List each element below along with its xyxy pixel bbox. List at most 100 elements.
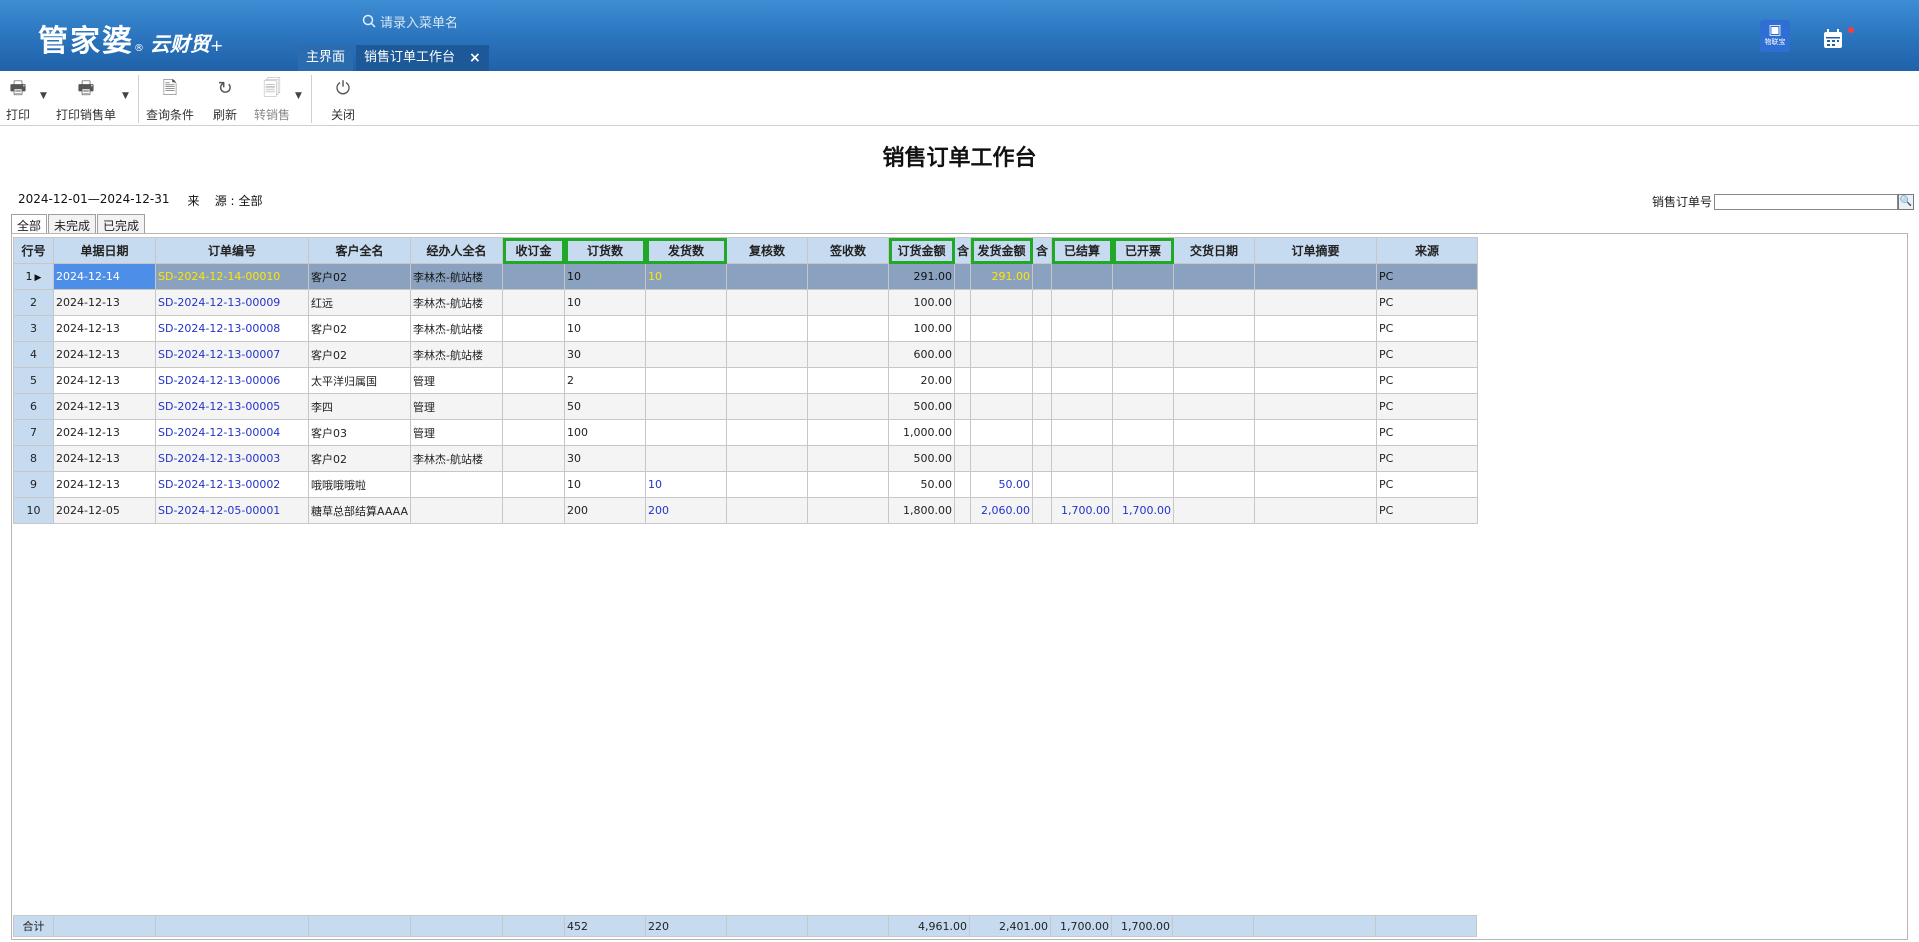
col-source[interactable]: 来源 — [1376, 237, 1478, 264]
order-amount-cell[interactable]: 600.00 — [888, 341, 955, 368]
review-qty-cell[interactable] — [726, 445, 808, 472]
review-qty-cell[interactable] — [726, 263, 808, 290]
agent-cell[interactable] — [410, 471, 503, 498]
col-summary[interactable]: 订单摘要 — [1254, 237, 1377, 264]
sign-qty-cell[interactable] — [807, 289, 889, 316]
customer-cell[interactable]: 客户02 — [308, 445, 411, 472]
customer-cell[interactable]: 客户02 — [308, 341, 411, 368]
tab-home[interactable]: 主界面 — [298, 45, 354, 71]
source-cell[interactable]: PC — [1376, 471, 1478, 498]
tax-cell[interactable] — [954, 341, 971, 368]
review-qty-cell[interactable] — [726, 315, 808, 342]
agent-cell[interactable]: 李林杰-航站楼 — [410, 315, 503, 342]
doc-date-cell[interactable]: 2024-12-13 — [53, 471, 156, 498]
invoiced-cell[interactable]: 1,700.00 — [1112, 497, 1174, 524]
source-cell[interactable]: PC — [1376, 445, 1478, 472]
tax-cell[interactable] — [1032, 497, 1052, 524]
order-qty-cell[interactable]: 10 — [564, 315, 646, 342]
delivery-date-cell[interactable] — [1173, 393, 1255, 420]
order-amount-cell[interactable]: 500.00 — [888, 393, 955, 420]
order-no-cell[interactable]: SD-2024-12-05-00001 — [155, 497, 309, 524]
summary-cell[interactable] — [1254, 341, 1377, 368]
tax-cell[interactable] — [1032, 289, 1052, 316]
settled-cell[interactable] — [1051, 393, 1113, 420]
doc-date-cell[interactable]: 2024-12-13 — [53, 367, 156, 394]
settled-cell[interactable] — [1051, 315, 1113, 342]
review-qty-cell[interactable] — [726, 393, 808, 420]
col-settled[interactable]: 已结算 — [1051, 237, 1113, 264]
order-qty-cell[interactable]: 200 — [564, 497, 646, 524]
iot-button[interactable]: ▣ 物联宝 — [1760, 20, 1790, 52]
agent-cell[interactable]: 李林杰-航站楼 — [410, 263, 503, 290]
order-no-cell[interactable]: SD-2024-12-13-00008 — [155, 315, 309, 342]
order-no-cell[interactable]: SD-2024-12-13-00007 — [155, 341, 309, 368]
ship-amount-cell[interactable]: 2,060.00 — [970, 497, 1033, 524]
sign-qty-cell[interactable] — [807, 263, 889, 290]
order-amount-cell[interactable]: 20.00 — [888, 367, 955, 394]
calendar-icon[interactable] — [1822, 28, 1844, 55]
tax-cell[interactable] — [954, 445, 971, 472]
refresh-button[interactable]: ↻ 刷新 — [213, 79, 237, 123]
col-order-no[interactable]: 订单编号 — [155, 237, 309, 264]
tax-cell[interactable] — [1032, 445, 1052, 472]
col-row-no[interactable]: 行号 — [13, 237, 54, 264]
close-tab-icon[interactable]: × — [469, 45, 481, 71]
doc-date-cell[interactable]: 2024-12-13 — [53, 419, 156, 446]
doc-date-cell[interactable]: 2024-12-13 — [53, 289, 156, 316]
summary-cell[interactable] — [1254, 263, 1377, 290]
ship-amount-cell[interactable] — [970, 419, 1033, 446]
summary-cell[interactable] — [1254, 445, 1377, 472]
settled-cell[interactable] — [1051, 341, 1113, 368]
agent-cell[interactable]: 管理 — [410, 419, 503, 446]
col-deposit[interactable]: 收订金 — [502, 237, 565, 264]
doc-date-cell[interactable]: 2024-12-13 — [53, 341, 156, 368]
tax-cell[interactable] — [954, 471, 971, 498]
source-cell[interactable]: PC — [1376, 497, 1478, 524]
table-row[interactable]: 3 2024-12-13 SD-2024-12-13-00008 客户02 李林杰-航站… — [13, 315, 1478, 342]
settled-cell[interactable] — [1051, 289, 1113, 316]
tax-cell[interactable] — [954, 263, 971, 290]
col-review-qty[interactable]: 复核数 — [726, 237, 808, 264]
print-sales-button[interactable]: 🖶 打印销售单 — [56, 79, 116, 123]
tax-cell[interactable] — [1032, 393, 1052, 420]
row-number[interactable]: 6 — [13, 393, 54, 420]
order-no-cell[interactable]: SD-2024-12-14-00010 — [155, 263, 309, 290]
order-amount-cell[interactable]: 1,800.00 — [888, 497, 955, 524]
col-invoiced[interactable]: 已开票 — [1112, 237, 1174, 264]
order-no-cell[interactable]: SD-2024-12-13-00009 — [155, 289, 309, 316]
summary-cell[interactable] — [1254, 393, 1377, 420]
menu-search-input[interactable] — [380, 15, 520, 31]
delivery-date-cell[interactable] — [1173, 419, 1255, 446]
deposit-cell[interactable] — [502, 393, 565, 420]
col-tax-incl-1[interactable]: 含 — [954, 237, 971, 264]
col-ship-qty[interactable]: 发货数 — [645, 237, 727, 264]
ship-amount-cell[interactable] — [970, 289, 1033, 316]
ship-amount-cell[interactable] — [970, 393, 1033, 420]
review-qty-cell[interactable] — [726, 419, 808, 446]
search-icon[interactable]: 🔍 — [1898, 193, 1915, 210]
row-number[interactable]: 8 — [13, 445, 54, 472]
tax-cell[interactable] — [1032, 341, 1052, 368]
agent-cell[interactable]: 李林杰-航站楼 — [410, 289, 503, 316]
col-delivery-date[interactable]: 交货日期 — [1173, 237, 1255, 264]
col-order-qty[interactable]: 订货数 — [564, 237, 646, 264]
review-qty-cell[interactable] — [726, 497, 808, 524]
tax-cell[interactable] — [1032, 315, 1052, 342]
source-cell[interactable]: PC — [1376, 367, 1478, 394]
row-number[interactable]: 2 — [13, 289, 54, 316]
menu-search[interactable] — [362, 14, 520, 32]
col-order-amount[interactable]: 订货金额 — [888, 237, 955, 264]
row-number[interactable]: 3 — [13, 315, 54, 342]
doc-date-cell[interactable]: 2024-12-14 — [53, 263, 156, 290]
sign-qty-cell[interactable] — [807, 367, 889, 394]
row-number[interactable]: 1 ▶ — [13, 263, 54, 290]
delivery-date-cell[interactable] — [1173, 471, 1255, 498]
source-cell[interactable]: PC — [1376, 289, 1478, 316]
table-row[interactable]: 1 ▶ 2024-12-14 SD-2024-12-14-00010 客户02 李林杰-航… — [13, 263, 1478, 290]
invoiced-cell[interactable] — [1112, 445, 1174, 472]
settled-cell[interactable] — [1051, 471, 1113, 498]
order-qty-cell[interactable]: 100 — [564, 419, 646, 446]
ship-amount-cell[interactable] — [970, 315, 1033, 342]
review-qty-cell[interactable] — [726, 367, 808, 394]
sign-qty-cell[interactable] — [807, 471, 889, 498]
